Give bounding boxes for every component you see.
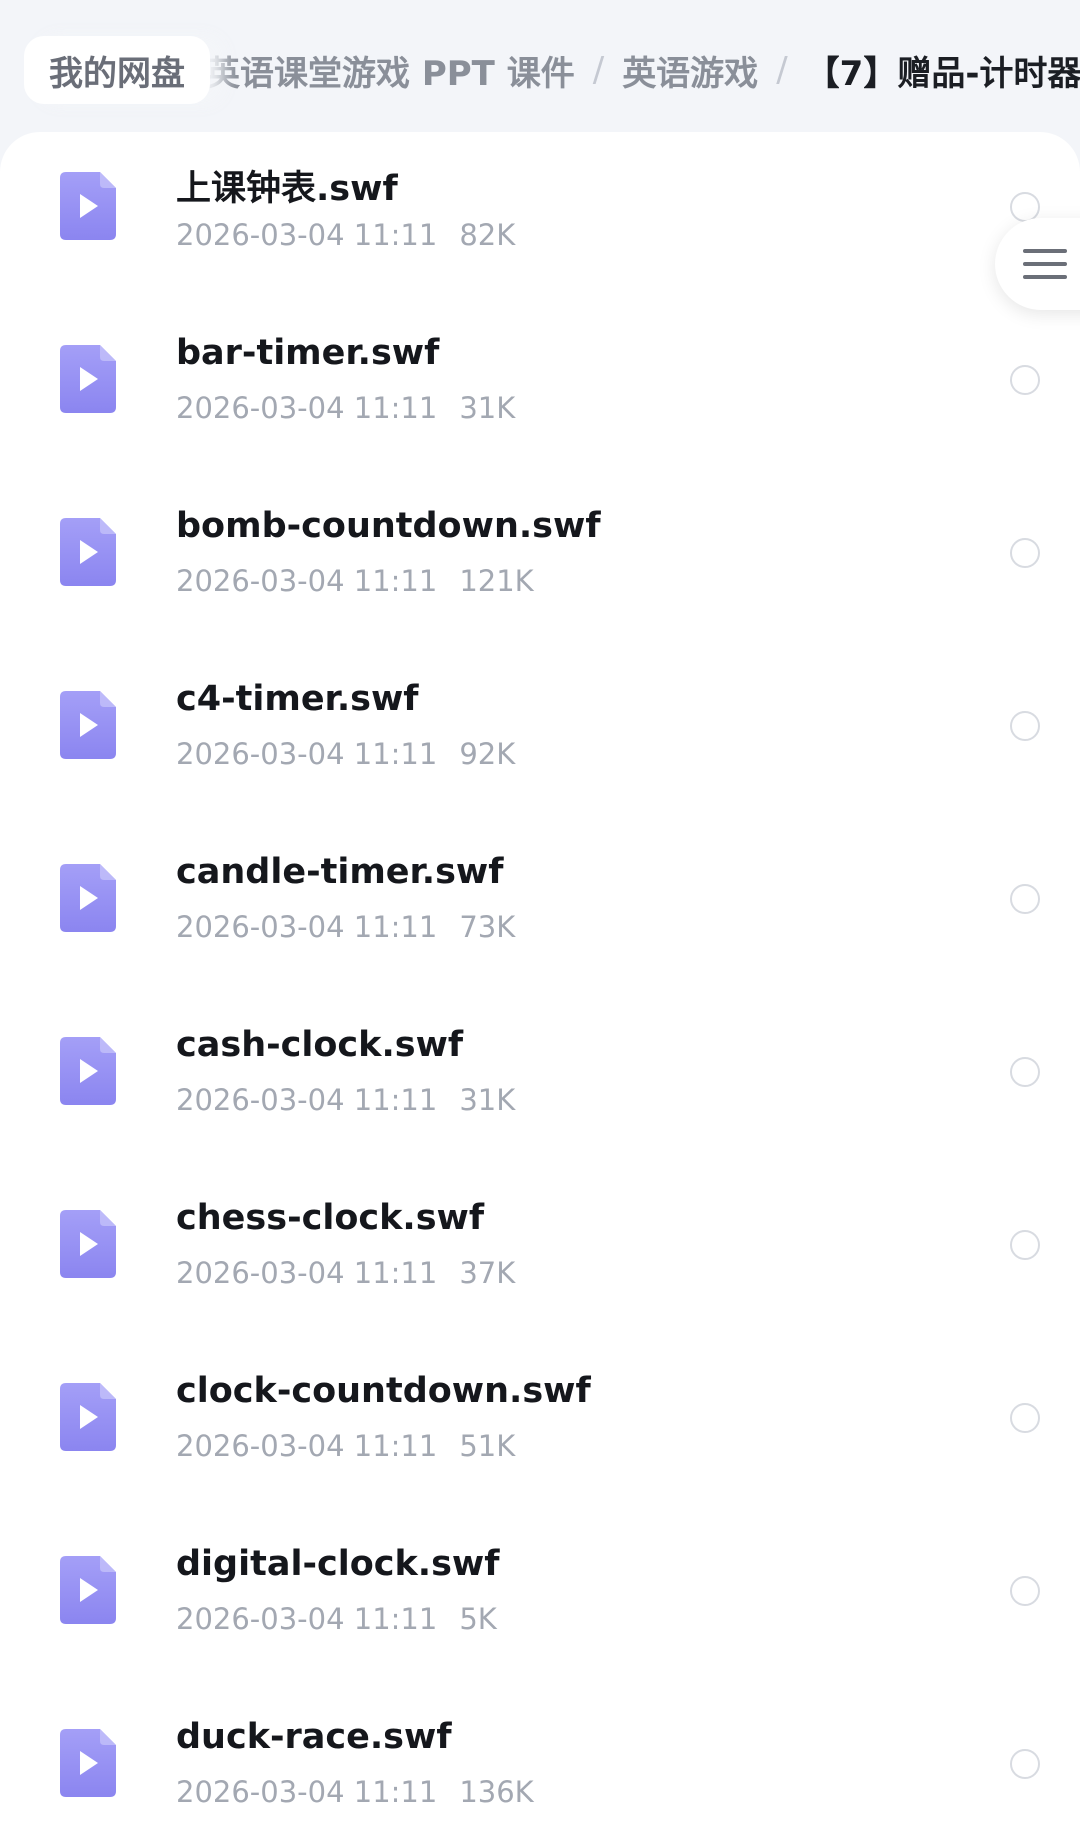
video-file-icon (60, 1556, 116, 1624)
file-size: 136K (459, 1775, 534, 1809)
file-meta: 2026-03-04 11:11 31K (176, 1083, 515, 1117)
video-file-icon (60, 691, 116, 759)
file-date: 2026-03-04 11:11 (176, 737, 438, 771)
file-size: 51K (459, 1429, 516, 1463)
breadcrumb-item-course[interactable]: 英语课堂游戏 PPT 课件 (206, 46, 575, 95)
file-size: 121K (459, 564, 534, 598)
file-row[interactable]: digital-clock.swf 2026-03-04 11:11 5K (0, 1516, 1080, 1689)
file-date: 2026-03-04 11:11 (176, 391, 438, 425)
file-row[interactable]: clock-countdown.swf 2026-03-04 11:11 51K (0, 1343, 1080, 1516)
select-circle-icon[interactable] (1010, 1749, 1040, 1779)
file-meta: 2026-03-04 11:11 121K (176, 564, 534, 598)
file-size: 5K (459, 1602, 497, 1636)
video-file-icon (60, 345, 116, 413)
video-file-icon (60, 864, 116, 932)
file-date: 2026-03-04 11:11 (176, 1256, 438, 1290)
file-name[interactable]: cash-clock.swf (176, 1025, 463, 1065)
select-circle-icon[interactable] (1010, 884, 1040, 914)
file-date: 2026-03-04 11:11 (176, 1602, 438, 1636)
file-name[interactable]: c4-timer.swf (176, 679, 419, 719)
select-circle-icon[interactable] (1010, 538, 1040, 568)
file-size: 31K (459, 1083, 516, 1117)
file-meta: 2026-03-04 11:11 82K (176, 218, 515, 252)
file-meta: 2026-03-04 11:11 31K (176, 391, 515, 425)
file-date: 2026-03-04 11:11 (176, 218, 438, 252)
file-row[interactable]: duck-race.swf 2026-03-04 11:11 136K (0, 1689, 1080, 1841)
hamburger-menu-icon[interactable] (995, 218, 1080, 310)
file-name[interactable]: 上课钟表.swf (176, 160, 398, 211)
video-file-icon (60, 1037, 116, 1105)
file-size: 92K (459, 737, 516, 771)
file-browser-page: 我的网盘 英语课堂游戏 PPT 课件 / 英语游戏 / 【7】赠品-计时器 上课… (0, 0, 1080, 1841)
file-row[interactable]: c4-timer.swf 2026-03-04 11:11 92K (0, 651, 1080, 824)
file-date: 2026-03-04 11:11 (176, 564, 438, 598)
breadcrumb-item-games[interactable]: 英语游戏 (622, 46, 758, 95)
file-size: 82K (459, 218, 516, 252)
select-circle-icon[interactable] (1010, 1057, 1040, 1087)
file-date: 2026-03-04 11:11 (176, 1429, 438, 1463)
file-row[interactable]: 上课钟表.swf 2026-03-04 11:11 82K (0, 132, 1080, 305)
file-meta: 2026-03-04 11:11 37K (176, 1256, 515, 1290)
file-name[interactable]: duck-race.swf (176, 1717, 452, 1757)
file-meta: 2026-03-04 11:11 5K (176, 1602, 497, 1636)
breadcrumb-root[interactable]: 我的网盘 (24, 36, 210, 104)
file-row[interactable]: bomb-countdown.swf 2026-03-04 11:11 121K (0, 478, 1080, 651)
select-circle-icon[interactable] (1010, 711, 1040, 741)
file-size: 73K (459, 910, 516, 944)
select-circle-icon[interactable] (1010, 1230, 1040, 1260)
breadcrumb: 我的网盘 英语课堂游戏 PPT 课件 / 英语游戏 / 【7】赠品-计时器 (0, 0, 1080, 140)
video-file-icon (60, 172, 116, 240)
file-size: 37K (459, 1256, 516, 1290)
file-name[interactable]: bar-timer.swf (176, 333, 439, 373)
video-file-icon (60, 1210, 116, 1278)
file-date: 2026-03-04 11:11 (176, 1083, 438, 1117)
video-file-icon (60, 1729, 116, 1797)
file-meta: 2026-03-04 11:11 92K (176, 737, 515, 771)
file-name[interactable]: clock-countdown.swf (176, 1371, 591, 1411)
video-file-icon (60, 1383, 116, 1451)
file-size: 31K (459, 391, 516, 425)
file-row[interactable]: bar-timer.swf 2026-03-04 11:11 31K (0, 305, 1080, 478)
menu-bar (1023, 262, 1067, 266)
file-list: 上课钟表.swf 2026-03-04 11:11 82K bar-timer.swf… (0, 132, 1080, 1841)
menu-bar (1023, 249, 1067, 253)
breadcrumb-separator: / (776, 50, 788, 90)
menu-bar (1023, 275, 1067, 279)
file-meta: 2026-03-04 11:11 136K (176, 1775, 534, 1809)
breadcrumb-current: 【7】赠品-计时器 (805, 53, 1080, 94)
file-name[interactable]: chess-clock.swf (176, 1198, 484, 1238)
file-name[interactable]: bomb-countdown.swf (176, 506, 601, 546)
video-file-icon (60, 518, 116, 586)
file-name[interactable]: candle-timer.swf (176, 852, 504, 892)
select-circle-icon[interactable] (1010, 365, 1040, 395)
file-name[interactable]: digital-clock.swf (176, 1544, 499, 1584)
file-meta: 2026-03-04 11:11 73K (176, 910, 515, 944)
breadcrumb-separator: / (592, 50, 605, 90)
file-meta: 2026-03-04 11:11 51K (176, 1429, 515, 1463)
select-circle-icon[interactable] (1010, 1403, 1040, 1433)
file-row[interactable]: chess-clock.swf 2026-03-04 11:11 37K (0, 1170, 1080, 1343)
file-date: 2026-03-04 11:11 (176, 1775, 438, 1809)
file-row[interactable]: cash-clock.swf 2026-03-04 11:11 31K (0, 997, 1080, 1170)
select-circle-icon[interactable] (1010, 1576, 1040, 1606)
file-row[interactable]: candle-timer.swf 2026-03-04 11:11 73K (0, 824, 1080, 997)
breadcrumb-trail: 英语课堂游戏 PPT 课件 / 英语游戏 / 【7】赠品-计时器 (206, 36, 1080, 104)
file-date: 2026-03-04 11:11 (176, 910, 438, 944)
